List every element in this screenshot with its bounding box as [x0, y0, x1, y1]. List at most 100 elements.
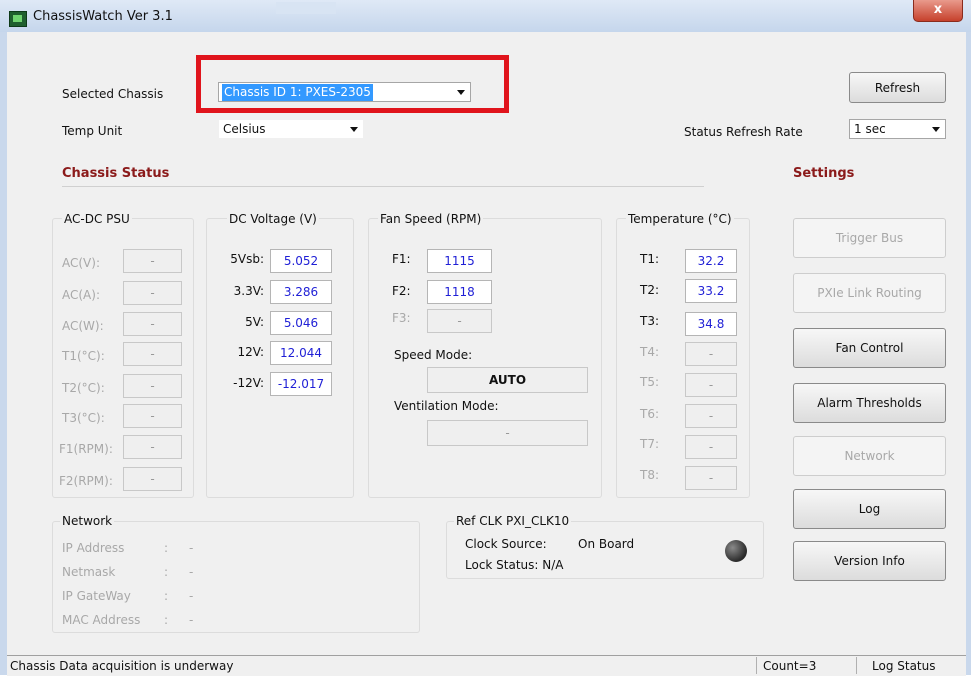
temp-label: T6:	[640, 407, 660, 421]
temp-label: T7:	[640, 437, 660, 451]
log-status: Log Status	[872, 659, 936, 673]
chevron-down-icon	[350, 127, 358, 132]
psu-value: -	[123, 249, 182, 273]
version-info-button[interactable]: Version Info	[793, 541, 946, 581]
clock-source-label: Clock Source:	[465, 537, 547, 551]
psu-value: -	[123, 312, 182, 336]
psu-value: -	[123, 342, 182, 366]
dc-voltage-value: 5.052	[270, 249, 332, 273]
temp-label: T2:	[640, 283, 660, 297]
chassis-status-heading: Chassis Status	[62, 166, 170, 181]
speed-mode-value: AUTO	[427, 367, 588, 393]
dc-voltage-label: 5V:	[245, 315, 264, 329]
network-value: -	[189, 565, 194, 579]
status-count: Count=3	[763, 659, 817, 673]
refresh-button[interactable]: Refresh	[849, 72, 946, 103]
refresh-rate-value: 1 sec	[854, 122, 886, 136]
temp-label: T4:	[640, 345, 660, 359]
fan-value: 1115	[427, 249, 492, 273]
app-icon	[9, 11, 27, 27]
fan-value: -	[427, 309, 492, 333]
psu-value: -	[123, 404, 182, 428]
temp-unit-select[interactable]: Celsius	[218, 119, 364, 139]
dc-voltage-value: 12.044	[270, 341, 332, 365]
psu-value: -	[123, 467, 182, 491]
dc-voltage-label: 3.3V:	[233, 284, 264, 298]
psu-title: AC-DC PSU	[62, 212, 132, 226]
network-label: IP Address	[62, 541, 125, 555]
alarm-thresholds-button[interactable]: Alarm Thresholds	[793, 383, 946, 423]
psu-label: T1(°C):	[62, 349, 105, 363]
network-label: MAC Address	[62, 613, 141, 627]
chevron-down-icon	[932, 127, 940, 132]
psu-value: -	[123, 281, 182, 305]
status-message: Chassis Data acquisition is underway	[10, 659, 234, 673]
network-separator: :	[164, 613, 169, 627]
title-bar-smudge	[276, 2, 336, 14]
ventilation-mode-label: Ventilation Mode:	[394, 399, 499, 413]
temp-value: -	[685, 373, 737, 397]
settings-heading: Settings	[793, 166, 855, 181]
temp-value: -	[685, 466, 737, 490]
psu-value: -	[123, 435, 182, 459]
status-divider	[856, 657, 857, 674]
close-button[interactable]: x	[913, 0, 963, 22]
psu-value: -	[123, 374, 182, 398]
psu-label: AC(A):	[62, 288, 100, 302]
fan-label: F3:	[392, 311, 411, 325]
temp-unit-value: Celsius	[223, 122, 266, 136]
lock-status: Lock Status: N/A	[465, 558, 564, 572]
clock-source-value: On Board	[578, 537, 635, 551]
fan-control-button[interactable]: Fan Control	[793, 328, 946, 368]
status-refresh-rate-label: Status Refresh Rate	[684, 125, 803, 139]
temp-value: 32.2	[685, 249, 737, 273]
status-divider	[756, 657, 757, 674]
network-separator: :	[164, 565, 169, 579]
log-button[interactable]: Log	[793, 489, 946, 529]
ventilation-mode-value: -	[427, 420, 588, 446]
dc-voltage-title: DC Voltage (V)	[227, 212, 319, 226]
trigger-bus-button[interactable]: Trigger Bus	[793, 218, 946, 258]
fan-value: 1118	[427, 280, 492, 304]
window-frame-right	[966, 32, 971, 675]
psu-label: F1(RPM):	[59, 442, 113, 456]
temp-value: -	[685, 404, 737, 428]
window-title: ChassisWatch Ver 3.1	[33, 9, 173, 24]
temp-value: 34.8	[685, 312, 737, 336]
refresh-rate-select[interactable]: 1 sec	[849, 119, 946, 139]
temp-value: -	[685, 342, 737, 366]
network-separator: :	[164, 541, 169, 555]
temp-label: T8:	[640, 468, 660, 482]
dc-voltage-value: 5.046	[270, 311, 332, 335]
pxie-link-routing-button[interactable]: PXIe Link Routing	[793, 273, 946, 313]
network-separator: :	[164, 589, 169, 603]
temp-unit-label: Temp Unit	[62, 124, 123, 138]
network-value: -	[189, 613, 194, 627]
network-title: Network	[60, 514, 115, 528]
fan-speed-title: Fan Speed (RPM)	[378, 212, 484, 226]
temp-value: 33.2	[685, 279, 737, 303]
fan-label: F1:	[392, 252, 411, 266]
lock-indicator-led	[725, 540, 747, 562]
window-frame-left	[0, 32, 7, 675]
network-value: -	[189, 541, 194, 555]
network-value: -	[189, 589, 194, 603]
temperature-title: Temperature (°C)	[626, 212, 734, 226]
dc-voltage-label: -12V:	[233, 376, 264, 390]
fan-label: F2:	[392, 284, 411, 298]
network-label: IP GateWay	[62, 589, 131, 603]
psu-label: F2(RPM):	[59, 474, 113, 488]
highlight-box	[196, 55, 509, 113]
dc-voltage-label: 12V:	[237, 345, 264, 359]
chassis-status-rule	[62, 186, 704, 187]
psu-label: T3(°C):	[62, 411, 105, 425]
network-button[interactable]: Network	[793, 436, 946, 476]
dc-voltage-value: -12.017	[270, 372, 332, 396]
temp-label: T5:	[640, 375, 660, 389]
temp-value: -	[685, 435, 737, 459]
psu-label: AC(W):	[62, 319, 104, 333]
speed-mode-label: Speed Mode:	[394, 348, 473, 362]
temp-label: T1:	[640, 252, 660, 266]
psu-label: T2(°C):	[62, 381, 105, 395]
psu-label: AC(V):	[62, 256, 100, 270]
